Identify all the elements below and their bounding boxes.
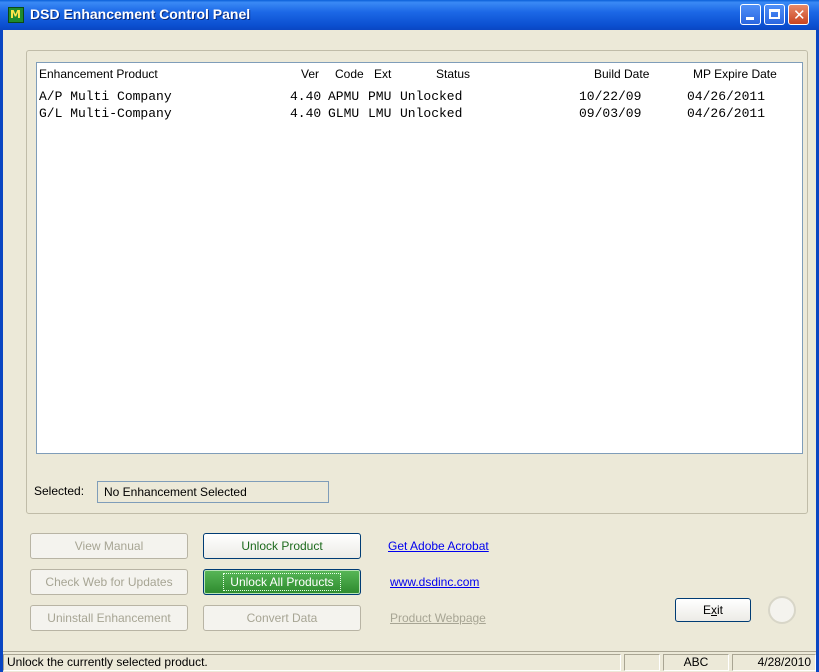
header-expire-date[interactable]: MP Expire Date	[693, 67, 777, 81]
window-title: DSD Enhancement Control Panel	[30, 6, 251, 22]
maximize-button[interactable]	[764, 4, 785, 25]
product-webpage-link[interactable]: Product Webpage	[390, 611, 486, 625]
selected-label: Selected:	[34, 484, 85, 498]
header-code[interactable]: Code	[335, 67, 364, 81]
check-web-updates-button[interactable]: Check Web for Updates	[30, 569, 188, 595]
title-bar[interactable]: M DSD Enhancement Control Panel ✕	[0, 0, 819, 30]
cell-ver: 4.40	[290, 89, 322, 104]
cell-status: Unlocked	[400, 89, 463, 104]
close-icon: ✕	[793, 6, 806, 24]
cell-expire-date: 04/26/2011	[687, 106, 766, 121]
cell-build-date: 09/03/09	[579, 106, 642, 121]
cell-product: A/P Multi Company	[39, 89, 172, 104]
status-date: 4/28/2010	[732, 654, 816, 671]
cell-ver: 4.40	[290, 106, 322, 121]
header-product[interactable]: Enhancement Product	[39, 67, 158, 81]
cell-build-date: 10/22/09	[579, 89, 642, 104]
dsdinc-website-link[interactable]: www.dsdinc.com	[390, 575, 479, 589]
unlock-all-products-button[interactable]: Unlock All Products	[203, 569, 361, 595]
minimize-button[interactable]	[740, 4, 761, 25]
list-item[interactable]: A/P Multi Company 4.40 APMU PMU Unlocked…	[37, 89, 802, 105]
app-icon[interactable]: M	[8, 7, 24, 23]
main-window: M DSD Enhancement Control Panel ✕ Enhanc…	[0, 0, 819, 672]
close-button[interactable]: ✕	[788, 4, 809, 25]
header-status[interactable]: Status	[436, 67, 470, 81]
status-panel-empty	[624, 654, 660, 671]
cell-ext: LMU	[368, 106, 392, 121]
status-mode: ABC	[663, 654, 729, 671]
header-ver[interactable]: Ver	[301, 67, 319, 81]
window-frame-left	[0, 30, 3, 672]
view-manual-button[interactable]: View Manual	[30, 533, 188, 559]
app-icon-letter: M	[10, 8, 21, 21]
cell-product: G/L Multi-Company	[39, 106, 172, 121]
maximize-icon	[769, 9, 780, 19]
header-build-date[interactable]: Build Date	[594, 67, 649, 81]
uninstall-enhancement-button[interactable]: Uninstall Enhancement	[30, 605, 188, 631]
cell-code: APMU	[328, 89, 360, 104]
convert-data-button[interactable]: Convert Data	[203, 605, 361, 631]
list-item[interactable]: G/L Multi-Company 4.40 GLMU LMU Unlocked…	[37, 106, 802, 122]
busy-indicator-icon	[768, 596, 796, 624]
unlock-all-products-label: Unlock All Products	[223, 573, 341, 591]
enhancement-list[interactable]: Enhancement Product Ver Code Ext Status …	[36, 62, 803, 454]
status-bar: Unlock the currently selected product. A…	[3, 651, 816, 672]
cell-expire-date: 04/26/2011	[687, 89, 766, 104]
unlock-product-button[interactable]: Unlock Product	[203, 533, 361, 559]
cell-status: Unlocked	[400, 106, 463, 121]
selected-field: No Enhancement Selected	[97, 481, 329, 503]
exit-button[interactable]: Exit	[675, 598, 751, 622]
status-message: Unlock the currently selected product.	[3, 654, 621, 671]
minimize-icon	[746, 17, 754, 20]
header-ext[interactable]: Ext	[374, 67, 391, 81]
cell-ext: PMU	[368, 89, 392, 104]
cell-code: GLMU	[328, 106, 360, 121]
get-adobe-acrobat-link[interactable]: Get Adobe Acrobat	[388, 539, 489, 553]
